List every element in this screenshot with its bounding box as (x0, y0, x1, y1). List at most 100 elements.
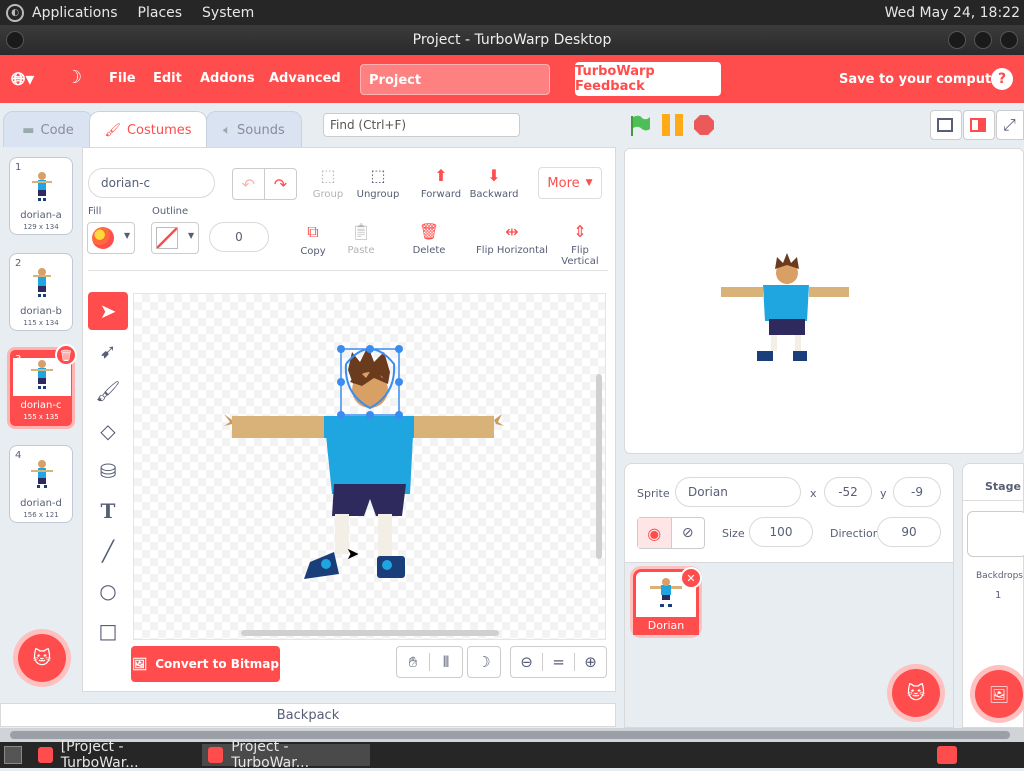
backdrop-thumbnail[interactable] (967, 511, 1024, 557)
sprite-direction-input[interactable]: 90 (877, 517, 941, 547)
copy-button[interactable]: ⧉ Copy (293, 222, 333, 257)
paste-button[interactable]: 📋︎ Paste (341, 222, 381, 256)
line-tool[interactable]: ╱ (88, 532, 128, 570)
stage-selector-panel[interactable]: Stage Backdrops 1 🖼︎ (962, 463, 1024, 728)
costume-name-input[interactable]: dorian-c (88, 168, 215, 198)
add-backdrop-button[interactable]: 🖼︎ (975, 670, 1023, 718)
image-plus-icon: 🖼︎ (988, 684, 1010, 704)
paint-bucket-icon: ⛁ (99, 459, 117, 483)
paint-canvas[interactable]: ➤ (133, 293, 606, 640)
zoom-in-icon[interactable]: ⊕ (575, 653, 606, 671)
hide-eye-icon[interactable]: ⊘ (670, 518, 705, 548)
tab-costumes[interactable]: 🖌︎ Costumes (89, 111, 207, 149)
project-title-input[interactable]: Project (360, 64, 550, 95)
ungroup-button[interactable]: ⬚ Ungroup (353, 166, 403, 200)
canvas-horizontal-scrollbar[interactable] (241, 630, 499, 636)
small-stage-button[interactable] (930, 110, 962, 140)
text-tool[interactable]: T (88, 492, 128, 530)
sprite-x-input[interactable]: -52 (824, 477, 872, 507)
maximize-button[interactable] (974, 31, 992, 49)
visibility-toggle: ◉ ⊘ (637, 517, 705, 549)
flip-vertical-button[interactable]: ⇕ Flip Vertical (551, 222, 609, 267)
find-input[interactable]: Find (Ctrl+F) (323, 113, 520, 137)
editor-tabs: ▬ Code 🖌︎ Costumes 🔈︎ Sounds (0, 103, 620, 149)
scrollbar-thumb[interactable] (10, 731, 1010, 739)
costume-item[interactable]: 2 dorian-b 115 x 134 (9, 253, 73, 331)
zoom-out-icon[interactable]: ⊖ (511, 653, 542, 671)
undo-icon[interactable]: ↶ (233, 169, 265, 199)
canvas-vertical-scrollbar[interactable] (596, 374, 602, 559)
brush-icon: 🖌︎ (95, 379, 121, 403)
tab-code[interactable]: ▬ Code (3, 111, 93, 149)
fill-label: Fill (88, 206, 102, 217)
advanced-menu[interactable]: Advanced (269, 71, 341, 86)
show-desktop-icon[interactable] (4, 746, 22, 764)
file-menu[interactable]: File (109, 71, 136, 86)
system-menu[interactable]: System (202, 5, 254, 21)
save-to-computer-button[interactable]: Save to your computer (839, 72, 1006, 87)
delete-costume-button[interactable]: 🗑︎ (55, 344, 77, 366)
group-button[interactable]: ⬚ Group (308, 166, 348, 200)
clock[interactable]: Wed May 24, 18:22 (885, 5, 1020, 21)
redo-icon[interactable]: ↷ (265, 169, 296, 199)
costume-thumbnail (31, 460, 53, 488)
eraser-tool[interactable]: ◇ (88, 412, 128, 450)
fill-tool[interactable]: ⛁ (88, 452, 128, 490)
sprite-name-input[interactable]: Dorian (675, 477, 801, 507)
addons-menu[interactable]: Addons (200, 71, 255, 86)
snap-grid-icon[interactable]: ⦀ (429, 653, 462, 671)
rectangle-tool[interactable]: □ (88, 612, 128, 650)
flip-horizontal-button[interactable]: ⇹ Flip Horizontal (476, 222, 548, 256)
distro-logo-icon[interactable]: ◐ (6, 3, 24, 22)
zoom-reset-button[interactable]: = (542, 653, 575, 671)
delete-button[interactable]: 🗑︎ Delete (409, 222, 449, 256)
more-button[interactable]: More ▼ (538, 167, 602, 199)
tray-turbowarp-icon[interactable] (937, 746, 957, 764)
brush-tool[interactable]: 🖌︎ (88, 372, 128, 410)
delete-sprite-button[interactable]: ✕ (680, 567, 702, 589)
snap-options-group: ✋︎ ⦀ (396, 646, 463, 678)
sprite-size-input[interactable]: 100 (749, 517, 813, 547)
pause-button[interactable] (662, 114, 684, 136)
costume-item[interactable]: 4 dorian-d 156 x 121 (9, 445, 73, 523)
show-eye-icon[interactable]: ◉ (638, 518, 671, 548)
theme-moon-icon[interactable]: ☽ (66, 67, 82, 88)
circle-tool[interactable]: ○ (88, 572, 128, 610)
stage-canvas[interactable] (624, 148, 1024, 454)
backpack-header[interactable]: Backpack (0, 703, 616, 727)
sprite-list: Dorian ✕ 🐱︎ (624, 562, 954, 728)
outline-width-input[interactable]: 0 (209, 222, 269, 252)
fullscreen-button[interactable]: ⤢ (996, 110, 1024, 140)
help-button[interactable]: ? (991, 68, 1013, 90)
select-tool[interactable]: ➤ (88, 292, 128, 330)
window-menu-button[interactable] (6, 31, 24, 49)
sprite-y-input[interactable]: -9 (893, 477, 941, 507)
mouse-cursor-icon: ➤ (346, 544, 360, 563)
language-globe-icon[interactable]: 🌐︎▾ (11, 69, 34, 90)
close-window-button[interactable] (1000, 31, 1018, 49)
sprite-tile-label: Dorian (633, 617, 699, 635)
taskbar-item-active[interactable]: Project - TurboWar... (202, 739, 370, 771)
minimize-button[interactable] (948, 31, 966, 49)
applications-menu[interactable]: Applications (32, 5, 118, 21)
costume-item[interactable]: 1 dorian-a 129 x 134 (9, 157, 73, 235)
stop-button[interactable] (694, 115, 714, 135)
add-costume-button[interactable]: 🐱︎ (18, 634, 66, 682)
dark-mode-canvas-button[interactable]: ☽ (467, 646, 501, 678)
costume-thumbnail (32, 172, 52, 201)
normal-stage-button[interactable] (963, 110, 995, 140)
places-menu[interactable]: Places (138, 5, 183, 21)
outline-color-picker[interactable]: ▼ (151, 222, 199, 254)
feedback-button[interactable]: TurboWarp Feedback (575, 62, 721, 96)
green-flag-icon[interactable] (628, 114, 652, 136)
edit-menu[interactable]: Edit (153, 71, 182, 86)
forward-button[interactable]: ⬆ Forward (419, 166, 463, 200)
fill-color-picker[interactable]: ▼ (87, 222, 135, 254)
tab-sounds[interactable]: 🔈︎ Sounds (206, 111, 302, 149)
snap-hand-icon[interactable]: ✋︎ (397, 653, 429, 671)
reshape-tool[interactable]: ➹ (88, 332, 128, 370)
add-sprite-button[interactable]: 🐱︎ (892, 669, 940, 717)
backward-button[interactable]: ⬇ Backward (469, 166, 519, 200)
convert-to-bitmap-button[interactable]: 🖼︎ Convert to Bitmap (131, 646, 280, 682)
taskbar-item[interactable]: [Project - TurboWar... (32, 739, 200, 771)
